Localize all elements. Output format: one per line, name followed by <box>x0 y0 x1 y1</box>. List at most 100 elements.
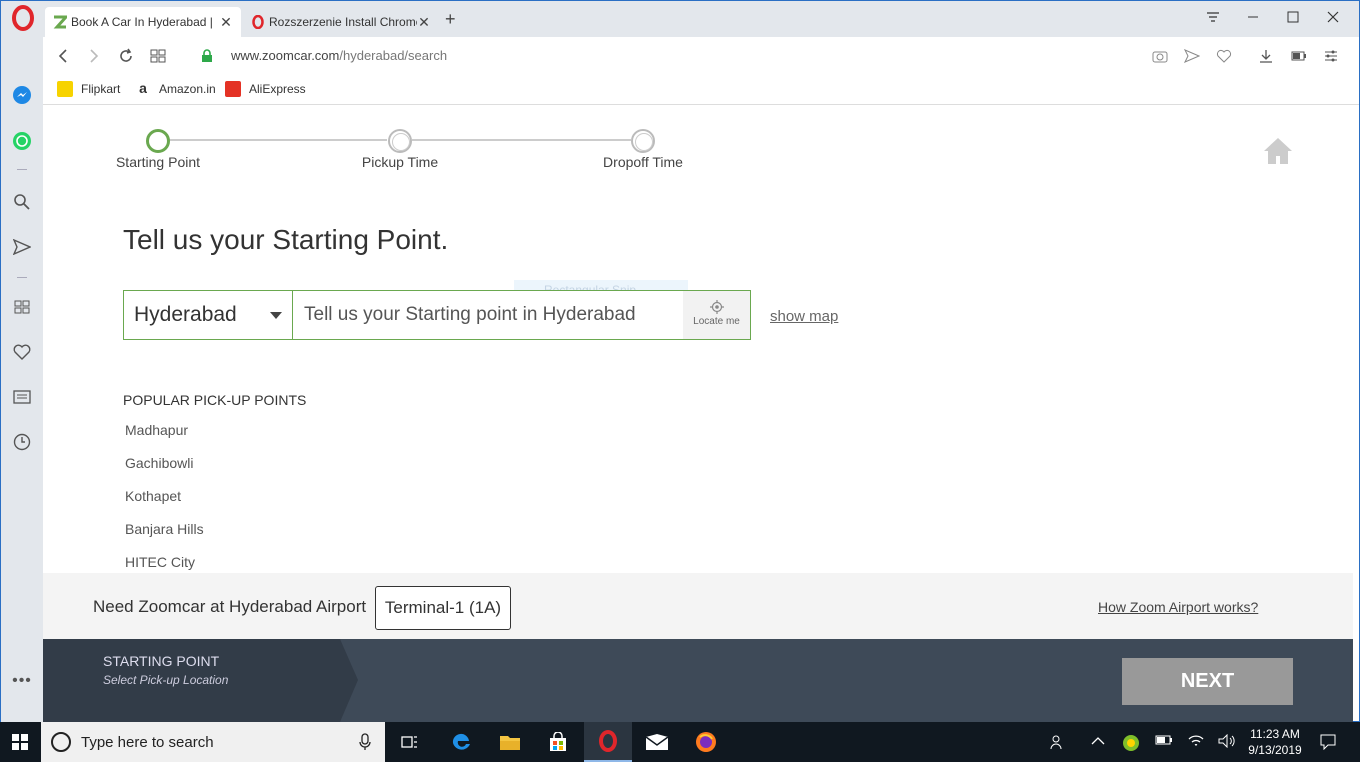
flow-send-icon[interactable] <box>12 237 32 257</box>
popular-points-list: Madhapur Gachibowli Kothapet Banjara Hil… <box>125 422 204 587</box>
amazon-icon: a <box>139 80 147 96</box>
snapshot-icon[interactable] <box>1151 47 1169 65</box>
easy-setup-icon[interactable] <box>1322 47 1340 65</box>
address-bar: www.zoomcar.com/hyderabad/search <box>43 37 1359 75</box>
messenger-icon[interactable] <box>12 85 32 105</box>
url-field[interactable]: www.zoomcar.com/hyderabad/search <box>231 48 447 63</box>
tab-extension[interactable]: Rozszerzenie Install Chrome ✕ <box>243 7 439 37</box>
bookmarks-bar: Flipkart a Amazon.in AliExpress <box>43 75 1359 105</box>
speed-dial-icon[interactable] <box>12 297 32 317</box>
starting-point-input[interactable] <box>294 291 684 339</box>
tab-bar: Book A Car In Hyderabad | ✕ Rozszerzenie… <box>1 1 1359 37</box>
how-airport-works-link[interactable]: How Zoom Airport works? <box>1098 599 1258 615</box>
opera-menu-icon[interactable] <box>10 5 36 31</box>
cortana-icon <box>51 732 71 752</box>
news-icon[interactable] <box>12 387 32 407</box>
aliexpress-icon <box>225 81 241 97</box>
popular-point-item[interactable]: Gachibowli <box>125 455 204 488</box>
step-connector <box>412 139 631 141</box>
heart-bookmark-icon[interactable] <box>1215 47 1233 65</box>
volume-icon[interactable] <box>1218 733 1236 751</box>
terminal-button[interactable]: Terminal-1 (1A) <box>375 586 511 630</box>
close-window-icon[interactable] <box>1313 5 1353 29</box>
chevron-down-icon <box>270 312 282 319</box>
edge-browser-icon[interactable] <box>437 722 485 762</box>
bookmark-aliexpress[interactable]: AliExpress <box>225 81 306 97</box>
zoomcar-page: Starting Point Pickup Time Dropoff Time … <box>43 106 1353 722</box>
close-tab-icon[interactable]: ✕ <box>219 14 233 31</box>
url-path: /hyderabad/search <box>339 48 448 63</box>
step-dot-starting-point[interactable] <box>146 129 170 153</box>
download-icon[interactable] <box>1257 47 1275 65</box>
clock-date: 9/13/2019 <box>1248 743 1302 757</box>
forward-icon[interactable] <box>84 46 104 66</box>
people-icon[interactable] <box>1050 734 1066 753</box>
opera-sidebar: ••• <box>1 37 43 723</box>
battery-saver-icon[interactable] <box>1290 47 1308 65</box>
city-select[interactable]: Hyderabad <box>124 291 293 339</box>
search-icon[interactable] <box>12 192 32 212</box>
tab-zoomcar[interactable]: Book A Car In Hyderabad | ✕ <box>45 7 241 37</box>
minimize-icon[interactable] <box>1233 5 1273 29</box>
airport-bar: Need Zoomcar at Hyderabad Airport Termin… <box>43 573 1353 639</box>
battery-icon[interactable] <box>1155 734 1173 749</box>
locate-me-button[interactable]: Locate me <box>683 291 750 339</box>
current-step-subtitle: Select Pick-up Location <box>103 673 229 687</box>
current-step-title: STARTING POINT <box>103 653 220 669</box>
sidebar-divider <box>17 277 27 278</box>
history-clock-icon[interactable] <box>12 432 32 452</box>
bookmark-flipkart[interactable]: Flipkart <box>57 81 120 97</box>
show-hidden-icons-icon[interactable] <box>1091 734 1105 749</box>
step-label-pickup-time[interactable]: Pickup Time <box>320 154 480 170</box>
taskbar-search-placeholder: Type here to search <box>81 733 214 751</box>
maximize-icon[interactable] <box>1273 5 1313 29</box>
close-tab-icon[interactable]: ✕ <box>417 14 431 31</box>
new-tab-icon[interactable]: + <box>445 9 456 30</box>
microphone-icon[interactable] <box>359 733 371 755</box>
whatsapp-icon[interactable] <box>12 131 32 151</box>
step-label-dropoff-time[interactable]: Dropoff Time <box>563 154 723 170</box>
tab-menu-icon[interactable] <box>1193 5 1233 29</box>
action-center-icon[interactable] <box>1320 734 1336 753</box>
location-search-box: Hyderabad Locate me <box>123 290 751 340</box>
back-icon[interactable] <box>53 46 73 66</box>
more-options-icon[interactable]: ••• <box>12 671 32 691</box>
secure-lock-icon[interactable] <box>197 46 217 66</box>
task-view-icon[interactable] <box>386 722 434 762</box>
file-explorer-icon[interactable] <box>486 722 534 762</box>
next-button[interactable]: NEXT <box>1122 658 1293 705</box>
show-map-link[interactable]: show map <box>770 308 838 325</box>
opera-favicon-icon <box>251 15 265 29</box>
popular-point-item[interactable]: Madhapur <box>125 422 204 455</box>
mail-icon[interactable] <box>633 722 681 762</box>
home-icon[interactable] <box>1262 136 1294 166</box>
popular-point-item[interactable]: Banjara Hills <box>125 521 204 554</box>
step-dot-pickup-time[interactable] <box>388 129 412 153</box>
tab-title: Book A Car In Hyderabad | <box>71 15 213 29</box>
page-heading: Tell us your Starting Point. <box>123 224 449 255</box>
city-select-value: Hyderabad <box>134 303 237 326</box>
firefox-icon[interactable] <box>682 722 730 762</box>
bookmark-amazon[interactable]: a Amazon.in <box>135 81 216 97</box>
locate-me-label: Locate me <box>693 316 740 327</box>
step-label-starting-point[interactable]: Starting Point <box>78 154 238 170</box>
app-tray-icon[interactable] <box>1122 734 1140 755</box>
store-icon[interactable] <box>534 722 582 762</box>
taskbar-clock[interactable]: 11:23 AM 9/13/2019 <box>1244 726 1306 758</box>
bookmarks-heart-icon[interactable] <box>12 342 32 362</box>
popular-points-title: POPULAR PICK-UP POINTS <box>123 392 307 408</box>
wifi-icon[interactable] <box>1187 734 1205 751</box>
zoomcar-favicon-icon <box>53 15 67 29</box>
speed-dial-icon[interactable] <box>148 46 168 66</box>
send-icon[interactable] <box>1183 47 1201 65</box>
windows-start-icon[interactable] <box>0 722 40 762</box>
taskbar-search-box[interactable]: Type here to search <box>41 722 385 762</box>
reload-icon[interactable] <box>116 46 136 66</box>
sidebar-divider <box>17 169 27 170</box>
step-dot-dropoff-time[interactable] <box>631 129 655 153</box>
popular-point-item[interactable]: Kothapet <box>125 488 204 521</box>
airport-text: Need Zoomcar at Hyderabad Airport <box>93 597 367 616</box>
opera-taskbar-icon[interactable] <box>584 722 632 762</box>
url-host: www.zoomcar.com <box>231 48 340 63</box>
flipkart-icon <box>57 81 73 97</box>
